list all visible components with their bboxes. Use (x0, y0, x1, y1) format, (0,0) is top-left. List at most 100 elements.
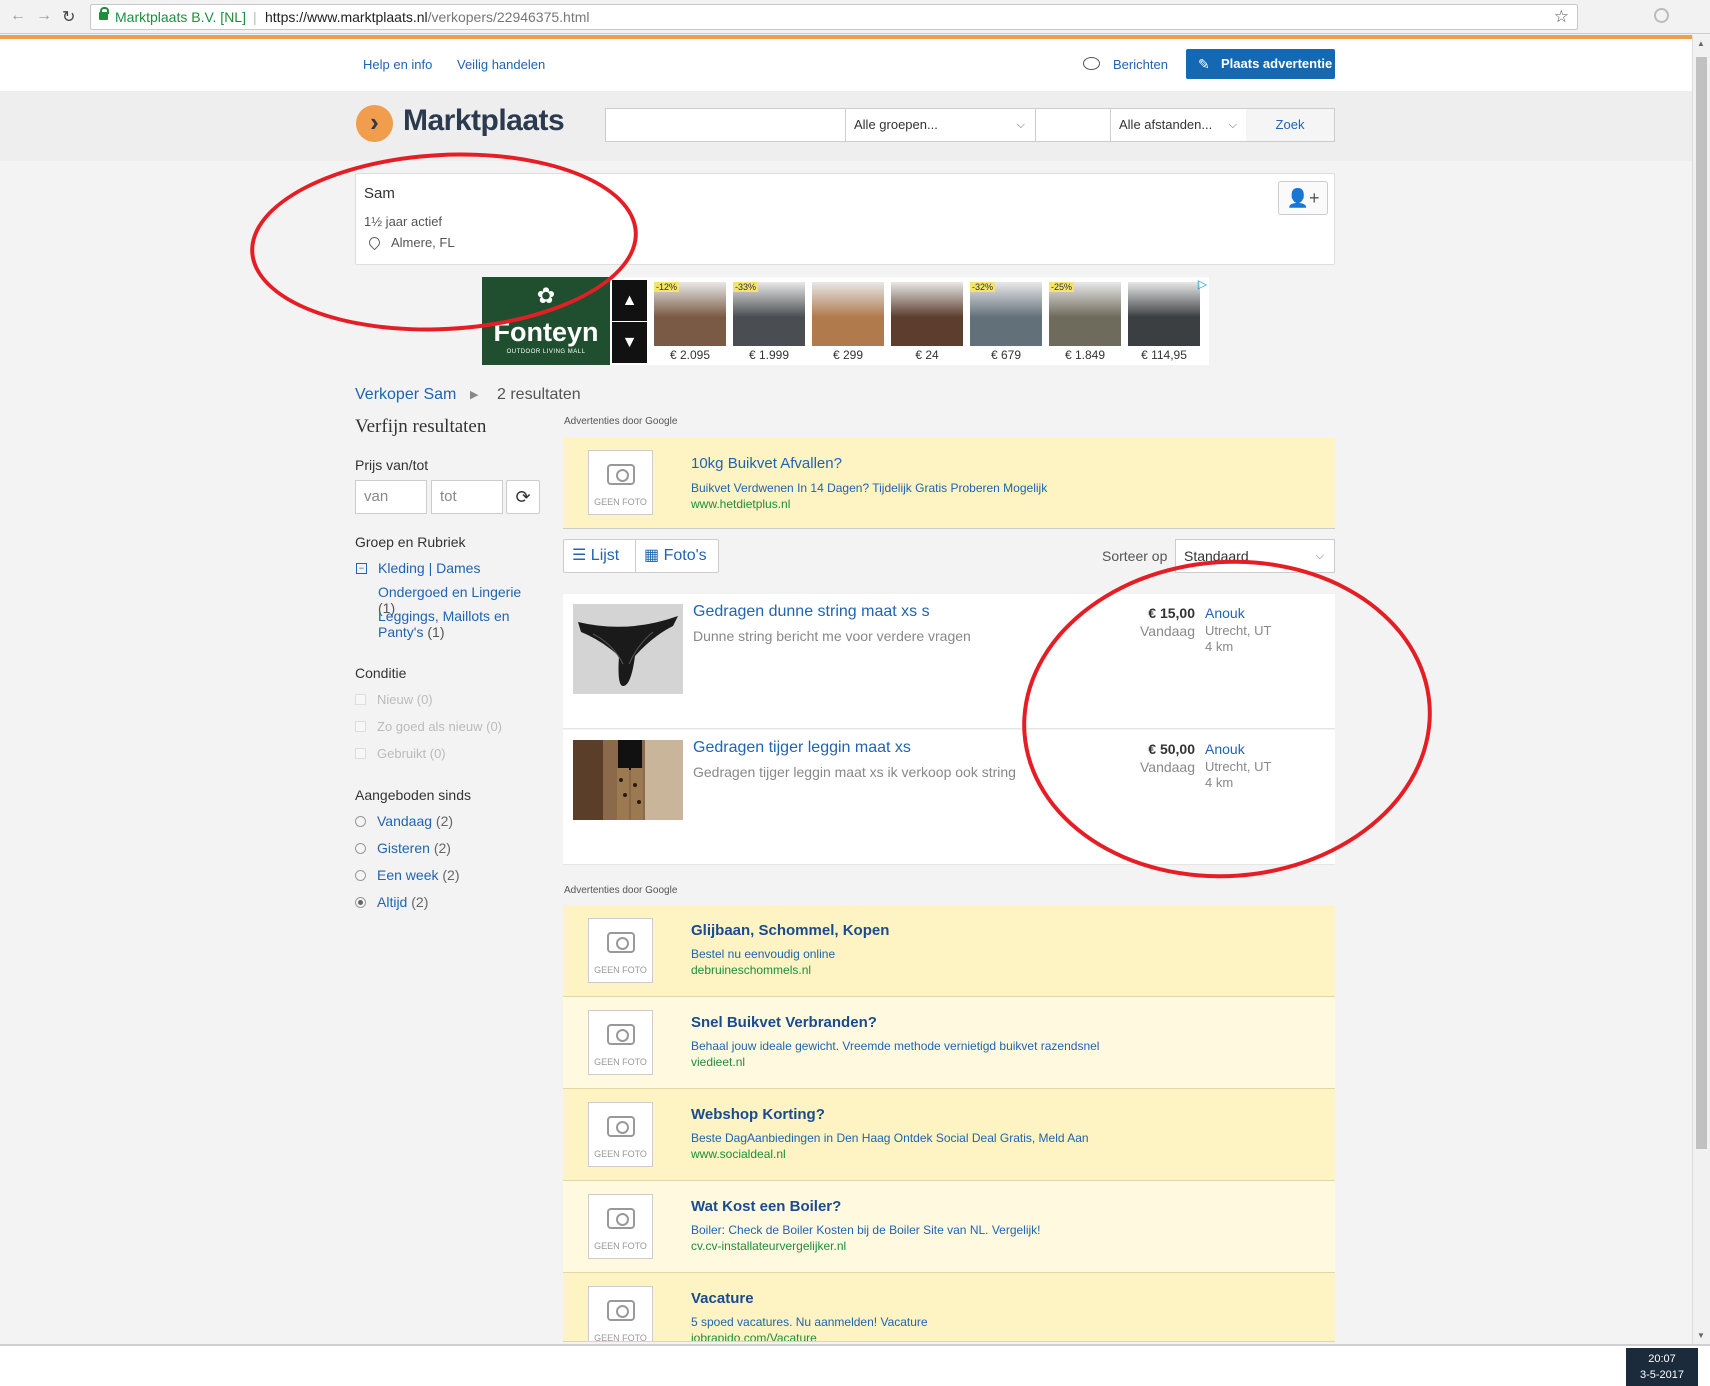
scrollbar-thumb[interactable] (1696, 57, 1707, 1149)
reload-icon[interactable]: ↻ (62, 7, 75, 27)
ad-title[interactable]: Glijbaan, Schommel, Kopen (691, 922, 889, 939)
no-photo-label: GEEN FOTO (594, 965, 647, 975)
no-photo-placeholder: GEEN FOTO (588, 918, 653, 983)
scroll-up-icon[interactable]: ▲ (1697, 39, 1705, 48)
divider (635, 540, 636, 572)
since-option[interactable]: Een week (2) (355, 867, 460, 883)
list-view-button[interactable]: ☰ Lijst (572, 540, 619, 572)
banner-product[interactable]: -25% € 1.849 (1047, 280, 1123, 362)
google-ad[interactable]: GEEN FOTO Webshop Korting? Beste DagAanbie… (563, 1089, 1335, 1181)
radio-button-selected[interactable] (355, 897, 366, 908)
no-photo-placeholder: GEEN FOTO (588, 1194, 653, 1259)
listing-title[interactable]: Gedragen dunne string maat xs s (693, 603, 930, 621)
scroll-down-icon[interactable]: ▼ (1697, 1331, 1705, 1340)
scrollbar[interactable]: ▲ ▼ (1692, 35, 1710, 1344)
forward-icon[interactable]: → (36, 7, 52, 25)
banner-product[interactable]: -12% € 2.095 (652, 280, 728, 362)
logo-text[interactable]: Marktplaats (403, 104, 565, 138)
ad-title[interactable]: Wat Kost een Boiler? (691, 1198, 841, 1215)
search-input[interactable] (606, 109, 846, 141)
search-button[interactable]: Zoek (1246, 109, 1334, 141)
listing-photo[interactable] (573, 740, 683, 820)
checkbox[interactable] (355, 748, 366, 759)
product-image (891, 282, 963, 346)
ad-title[interactable]: Webshop Korting? (691, 1106, 825, 1123)
checkbox[interactable] (355, 721, 366, 732)
post-ad-button[interactable]: ✎ Plaats advertentie (1186, 49, 1335, 79)
google-ad[interactable]: GEEN FOTO Glijbaan, Schommel, Kopen Bestel… (563, 905, 1335, 997)
banner-product[interactable]: -33% € 1.999 (731, 280, 807, 362)
banner-product[interactable]: € 299 (810, 280, 886, 362)
discount-badge: -25% (1049, 282, 1075, 292)
breadcrumb-arrow-icon: ▶ (470, 389, 479, 401)
ad-url[interactable]: cv.cv-installateurvergelijker.nl (691, 1239, 846, 1253)
search-bar: Alle groepen... ⌵ Alle afstanden... ⌵ Zo… (605, 108, 1335, 142)
help-link[interactable]: Help en info (363, 57, 432, 72)
since-option[interactable]: Gisteren (2) (355, 840, 451, 856)
back-icon[interactable]: ← (10, 7, 26, 25)
postcode-input[interactable] (1036, 109, 1111, 141)
refresh-button[interactable]: ⟳ (506, 480, 540, 514)
banner-down-button[interactable]: ▼ (612, 322, 647, 363)
category-main-link[interactable]: Kleding | Dames (378, 560, 538, 576)
ad-url[interactable]: debruineschommels.nl (691, 963, 811, 977)
group-filter-title: Groep en Rubriek (355, 534, 466, 550)
google-ad[interactable]: GEEN FOTO Snel Buikvet Verbranden? Behaal … (563, 997, 1335, 1089)
extension-icon[interactable] (1654, 8, 1669, 23)
system-clock[interactable]: 20:07 3-5-2017 (1626, 1348, 1698, 1386)
refresh-icon: ⟳ (515, 487, 531, 507)
google-ad[interactable]: GEEN FOTO 10kg Buikvet Afvallen? Buikvet… (563, 437, 1335, 529)
ad-description: Boiler: Check de Boiler Kosten bij de Bo… (691, 1223, 1041, 1237)
ad-url[interactable]: viedieet.nl (691, 1055, 745, 1069)
radio-button[interactable] (355, 870, 366, 881)
since-option[interactable]: Vandaag (2) (355, 813, 453, 829)
url-text: https://www.marktplaats.nl/verkopers/229… (265, 5, 590, 29)
banner-up-button[interactable]: ▲ (612, 280, 647, 321)
ad-title[interactable]: Vacature (691, 1290, 754, 1307)
category-sub-item[interactable]: Leggings, Maillots en Panty's (1) (378, 608, 538, 640)
listing-title[interactable]: Gedragen tijger leggin maat xs (693, 739, 911, 757)
checkbox[interactable] (355, 694, 366, 705)
price-to-input[interactable]: tot (431, 480, 503, 514)
listing-photo[interactable] (573, 604, 683, 694)
condition-option[interactable]: Gebruikt (0) (355, 746, 446, 761)
condition-option[interactable]: Zo goed als nieuw (0) (355, 719, 502, 734)
ad-title[interactable]: Snel Buikvet Verbranden? (691, 1014, 877, 1031)
group-select[interactable]: Alle groepen... ⌵ (846, 109, 1036, 141)
banner-product[interactable]: -32% € 679 (968, 280, 1044, 362)
listing-description: Dunne string bericht me voor verdere vra… (693, 628, 971, 644)
safe-trading-link[interactable]: Veilig handelen (457, 57, 545, 72)
breadcrumb-seller-link[interactable]: Verkoper Sam (355, 386, 456, 403)
messages-link[interactable]: Berichten (1113, 57, 1168, 72)
photo-view-button[interactable]: ▦ Foto's (644, 540, 707, 572)
price-from-input[interactable]: van (355, 480, 427, 514)
no-photo-placeholder: GEEN FOTO (588, 1102, 653, 1167)
messages-icon[interactable] (1083, 57, 1100, 70)
breadcrumb: Verkoper Sam ▶ 2 resultaten (355, 386, 581, 404)
bookmark-star-icon[interactable]: ☆ (1554, 5, 1569, 29)
follow-seller-button[interactable]: 👤+ (1278, 181, 1328, 215)
condition-option[interactable]: Nieuw (0) (355, 692, 433, 707)
chevron-down-icon: ⌵ (1315, 550, 1324, 562)
since-option[interactable]: Altijd (2) (355, 894, 428, 910)
result-count: 2 resultaten (497, 386, 581, 403)
logo-icon[interactable]: › (356, 105, 393, 142)
google-ad[interactable]: GEEN FOTO Wat Kost een Boiler? Boiler: Che… (563, 1181, 1335, 1273)
collapse-icon[interactable]: − (356, 563, 367, 574)
ad-url[interactable]: www.hetdietplus.nl (691, 497, 790, 511)
ad-title[interactable]: 10kg Buikvet Afvallen? (691, 455, 842, 472)
banner-product[interactable]: € 114,95 (1126, 280, 1202, 362)
ad-url[interactable]: jobrapido.com/Vacature (691, 1331, 817, 1341)
adchoices-icon[interactable]: ▷ (1198, 277, 1207, 291)
banner-product[interactable]: € 24 (889, 280, 965, 362)
google-ad[interactable]: GEEN FOTO Vacature 5 spoed vacatures. Nu a… (563, 1273, 1335, 1342)
product-image (1128, 282, 1200, 346)
distance-select[interactable]: Alle afstanden... ⌵ (1111, 109, 1248, 141)
camera-icon (607, 932, 635, 953)
radio-button[interactable] (355, 843, 366, 854)
clock-date: 3-5-2017 (1639, 1369, 1685, 1381)
radio-button[interactable] (355, 816, 366, 827)
address-bar[interactable]: Marktplaats B.V. [NL] | https://www.mark… (90, 4, 1578, 30)
ad-url[interactable]: www.socialdeal.nl (691, 1147, 786, 1161)
view-toggle: ☰ Lijst ▦ Foto's (563, 539, 719, 573)
